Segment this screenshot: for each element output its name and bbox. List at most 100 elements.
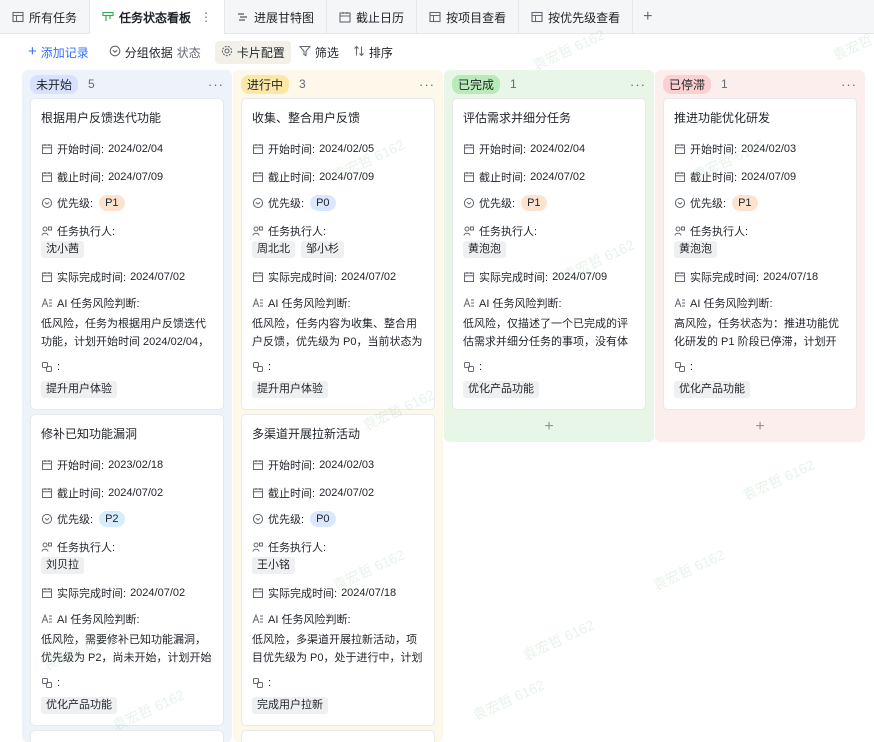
watermark: 袁宏哲 6162 — [470, 676, 547, 724]
person-icon — [252, 541, 264, 553]
column-header: 进行中 3 ··· — [233, 70, 443, 98]
priority-badge: P0 — [310, 195, 336, 211]
task-card[interactable] — [241, 730, 435, 742]
calendar-icon — [674, 171, 686, 183]
field-label: AI 任务风险判断: — [690, 298, 773, 310]
ai-text-icon — [252, 297, 264, 309]
more-icon[interactable]: ··· — [841, 77, 857, 92]
tab-label: 按项目查看 — [446, 10, 507, 25]
project-chip-row: 提升用户体验 — [41, 381, 213, 398]
card-title: 修补已知功能漏洞 — [41, 427, 138, 441]
field-label: : — [268, 361, 272, 373]
more-icon[interactable]: ··· — [630, 77, 646, 92]
start-date-field: 开始时间: 2024/02/05 — [252, 141, 424, 157]
tab-label: 截止日历 — [356, 10, 405, 25]
priority-badge: P1 — [521, 195, 547, 211]
select-icon — [252, 197, 264, 209]
add-card-button[interactable]: + — [444, 418, 654, 436]
assignee-chip: 黄泡泡 — [463, 241, 506, 258]
risk-text: 低风险，需要修补已知功能漏洞，优先级为 P2，尚未开始，计划开始时间为... — [41, 634, 212, 664]
project-chip-row: 优化产品功能 — [463, 381, 635, 398]
task-card[interactable]: 推进功能优化研发 开始时间: 2024/02/03 截止时间: 2024/07/09 优先… — [663, 98, 857, 410]
add-card-button[interactable]: + — [655, 418, 865, 436]
assignee-list: 刘贝拉 — [41, 557, 213, 574]
filter-button[interactable]: 筛选 — [293, 41, 345, 64]
tab-calendar[interactable]: 截止日历 — [327, 0, 418, 34]
select-icon — [674, 197, 686, 209]
field-label: 截止时间: — [57, 172, 105, 184]
field-label: 实际完成时间: — [268, 588, 338, 600]
risk-text: 低风险，任务为根据用户反馈迭代功能，计划开始时间 2024/02/04，结束时.… — [41, 318, 210, 348]
more-icon[interactable]: ··· — [208, 77, 224, 92]
select-icon — [252, 513, 264, 525]
gear-icon — [221, 45, 233, 60]
card-title: 收集、整合用户反馈 — [252, 111, 361, 125]
column-count: 1 — [510, 77, 517, 91]
view-tab-bar: 所有任务 任务状态看板 ⋮ 进展甘特图 截止日历 按项目查看 按优先级查看 + — [0, 0, 874, 34]
calendar-icon — [339, 11, 351, 23]
tab-all-tasks[interactable]: 所有任务 — [0, 0, 91, 34]
assignee-field: 任务执行人: — [41, 539, 213, 555]
field-label: 实际完成时间: — [57, 272, 127, 284]
task-card[interactable]: 根据用户反馈迭代功能 开始时间: 2024/02/04 截止时间: 2024/07/09… — [30, 98, 224, 410]
priority-field: 优先级: P1 — [463, 195, 635, 211]
kanban-column: 进行中 3 ··· 收集、整合用户反馈 开始时间: 2024/02/05 截止时间: 2024… — [233, 70, 443, 742]
field-label: 开始时间: — [268, 144, 316, 156]
end-date-field: 截止时间: 2024/07/02 — [463, 169, 635, 185]
field-value: 2023/02/18 — [108, 459, 164, 471]
sort-button[interactable]: 排序 — [347, 41, 399, 64]
tab-more-icon[interactable]: ⋮ — [200, 10, 212, 24]
plus-icon: + — [643, 8, 653, 25]
add-record-button[interactable]: + 添加记录 — [22, 41, 95, 64]
risk-field: AI 任务风险判断: — [463, 295, 635, 311]
field-label: : — [690, 361, 694, 373]
task-card[interactable]: 收集、整合用户反馈 开始时间: 2024/02/05 截止时间: 2024/07/09 优… — [241, 98, 435, 410]
task-card[interactable]: 修补已知功能漏洞 开始时间: 2023/02/18 截止时间: 2024/07/02 优先… — [30, 414, 224, 726]
calendar-icon — [463, 271, 475, 283]
project-field: : — [674, 361, 846, 373]
field-label: 优先级: — [57, 514, 94, 526]
tab-by-priority[interactable]: 按优先级查看 — [519, 0, 634, 34]
priority-field: 优先级: P2 — [41, 511, 213, 527]
tab-kanban[interactable]: 任务状态看板 ⋮ — [90, 0, 226, 34]
ai-text-icon — [463, 297, 475, 309]
calendar-icon — [674, 143, 686, 155]
assignee-chip: 王小铭 — [252, 557, 295, 574]
person-icon — [41, 541, 53, 553]
person-icon — [674, 225, 686, 237]
filter-label: 筛选 — [314, 45, 339, 60]
sort-icon — [353, 45, 365, 60]
assignee-field: 任务执行人: — [252, 223, 424, 239]
assignee-list: 王小铭 — [252, 557, 424, 574]
task-card[interactable] — [30, 730, 224, 742]
assignee-chip: 黄泡泡 — [674, 241, 717, 258]
actual-date-field: 实际完成时间: 2024/07/02 — [41, 269, 213, 285]
field-label: 优先级: — [479, 198, 516, 210]
field-label: 优先级: — [57, 198, 94, 210]
status-tag: 进行中 — [241, 74, 290, 94]
field-label: : — [57, 677, 61, 689]
risk-text: 高风险，任务状态为：推进功能优化研发的 P1 阶段已停滞，计划开始时间... — [674, 318, 839, 348]
risk-field: AI 任务风险判断: — [252, 295, 424, 311]
assignee-list: 沈小茜 — [41, 241, 213, 258]
more-icon[interactable]: ··· — [419, 77, 435, 92]
task-card[interactable]: 评估需求并细分任务 开始时间: 2024/02/04 截止时间: 2024/07/02 优… — [452, 98, 646, 410]
field-value: 2024/07/02 — [130, 271, 186, 283]
tab-by-project[interactable]: 按项目查看 — [417, 0, 520, 34]
assignee-list: 周北北 邹小杉 — [252, 241, 424, 258]
priority-badge: P1 — [732, 195, 758, 211]
field-label: 截止时间: — [57, 488, 105, 500]
task-card[interactable]: 多渠道开展拉新活动 开始时间: 2024/02/03 截止时间: 2024/07/02 优… — [241, 414, 435, 726]
field-label: 任务执行人: — [268, 542, 327, 554]
ai-text-icon — [674, 297, 686, 309]
tab-gantt[interactable]: 进展甘特图 — [225, 0, 328, 34]
add-view-button[interactable]: + — [633, 0, 662, 34]
status-tag: 未开始 — [30, 74, 79, 94]
ai-text-icon — [252, 613, 264, 625]
group-by-button[interactable]: 分组依据 状态 — [103, 41, 207, 64]
field-label: 任务执行人: — [57, 542, 116, 554]
project-chip: 优化产品功能 — [674, 381, 750, 398]
status-tag: 已完成 — [452, 74, 501, 94]
field-value: 2024/07/02 — [130, 587, 186, 599]
card-config-button[interactable]: 卡片配置 — [214, 40, 291, 64]
